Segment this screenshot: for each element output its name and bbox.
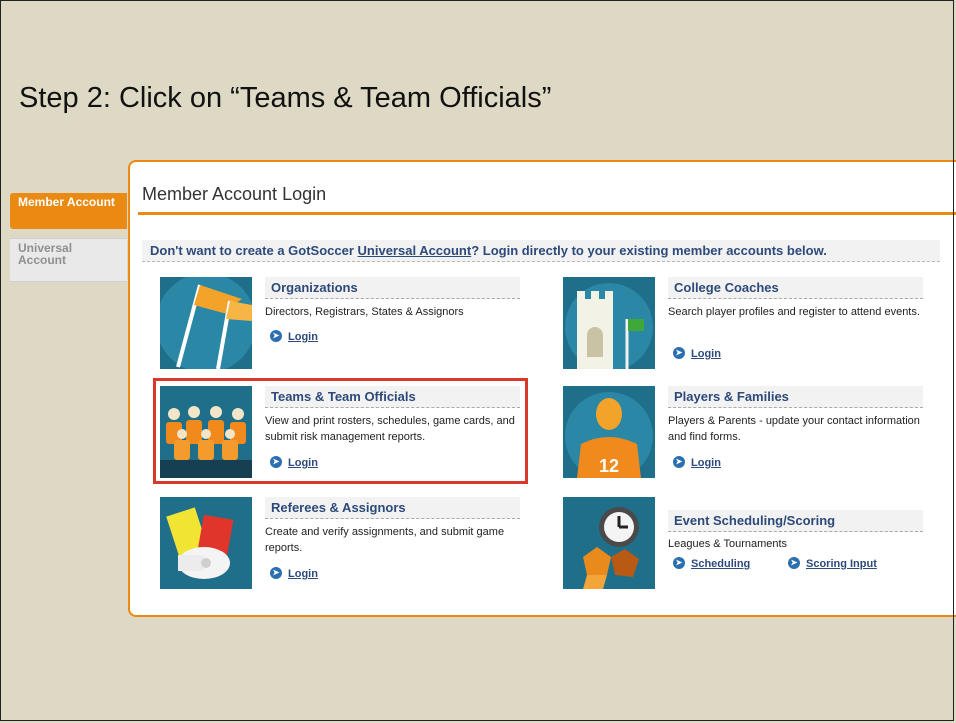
universal-account-link[interactable]: Universal Account bbox=[358, 243, 472, 258]
title-divider bbox=[138, 212, 956, 215]
intro-bar: Don't want to create a GotSoccer Univers… bbox=[142, 240, 940, 262]
college-building-icon bbox=[563, 277, 655, 369]
card-description: Search player profiles and register to a… bbox=[668, 306, 920, 318]
teams-login-link[interactable]: ➤ Login bbox=[270, 456, 318, 470]
players-login-link[interactable]: ➤ Login bbox=[673, 456, 721, 470]
card-description: Players & Parents - update your contact … bbox=[668, 415, 920, 443]
card-college-coaches: College Coaches Search player profiles a… bbox=[563, 277, 933, 372]
tab-universal-account[interactable]: Universal Account bbox=[10, 238, 127, 282]
organizations-login-link[interactable]: ➤ Login bbox=[270, 330, 318, 344]
card-event-scheduling: Event Scheduling/Scoring Leagues & Tourn… bbox=[563, 497, 933, 592]
flags-icon bbox=[160, 277, 252, 369]
arrow-circle-icon: ➤ bbox=[270, 567, 282, 579]
intro-prefix: Don't want to create a GotSoccer bbox=[150, 243, 358, 258]
college-login-link[interactable]: ➤ Login bbox=[673, 347, 721, 361]
arrow-circle-icon: ➤ bbox=[270, 456, 282, 468]
arrow-circle-icon: ➤ bbox=[673, 557, 685, 569]
card-title[interactable]: Teams & Team Officials bbox=[265, 386, 520, 408]
card-description: View and print rosters, schedules, game … bbox=[265, 415, 515, 443]
card-title[interactable]: Event Scheduling/Scoring bbox=[668, 510, 923, 532]
card-title[interactable]: Referees & Assignors bbox=[265, 497, 520, 519]
card-description: Directors, Registrars, States & Assignor… bbox=[265, 306, 464, 318]
arrow-circle-icon: ➤ bbox=[270, 330, 282, 342]
card-description: Create and verify assignments, and submi… bbox=[265, 526, 505, 554]
card-title[interactable]: College Coaches bbox=[668, 277, 923, 299]
referee-cards-whistle-icon bbox=[160, 497, 252, 589]
scheduling-link[interactable]: ➤ Scheduling bbox=[673, 557, 750, 571]
member-login-panel: Member Account Login Don't want to creat… bbox=[128, 160, 956, 617]
card-players-families: 12 Players & Families Players & Parents … bbox=[563, 386, 933, 481]
arrow-circle-icon: ➤ bbox=[673, 456, 685, 468]
scoring-input-link[interactable]: ➤ Scoring Input bbox=[788, 557, 877, 571]
slide-title: Step 2: Click on “Teams & Team Officials… bbox=[19, 82, 552, 114]
card-teams-officials: Teams & Team Officials View and print ro… bbox=[160, 386, 530, 481]
gotsoccer-login-screenshot: Member Account Universal Account Member … bbox=[0, 158, 956, 623]
panel-title: Member Account Login bbox=[142, 184, 327, 204]
card-title[interactable]: Players & Families bbox=[668, 386, 923, 408]
card-organizations: Organizations Directors, Registrars, Sta… bbox=[160, 277, 530, 372]
card-referees-assignors: Referees & Assignors Create and verify a… bbox=[160, 497, 530, 592]
team-officials-icon bbox=[160, 386, 252, 478]
card-description: Leagues & Tournaments bbox=[668, 538, 788, 550]
player-jersey-icon: 12 bbox=[563, 386, 655, 478]
intro-suffix: ? Login directly to your existing member… bbox=[471, 243, 827, 258]
jersey-number: 12 bbox=[599, 456, 619, 476]
arrow-circle-icon: ➤ bbox=[673, 347, 685, 359]
card-title[interactable]: Organizations bbox=[265, 277, 520, 299]
arrow-circle-icon: ➤ bbox=[788, 557, 800, 569]
referees-login-link[interactable]: ➤ Login bbox=[270, 567, 318, 581]
clock-ball-icon bbox=[563, 497, 655, 589]
tab-member-account[interactable]: Member Account bbox=[10, 193, 127, 229]
